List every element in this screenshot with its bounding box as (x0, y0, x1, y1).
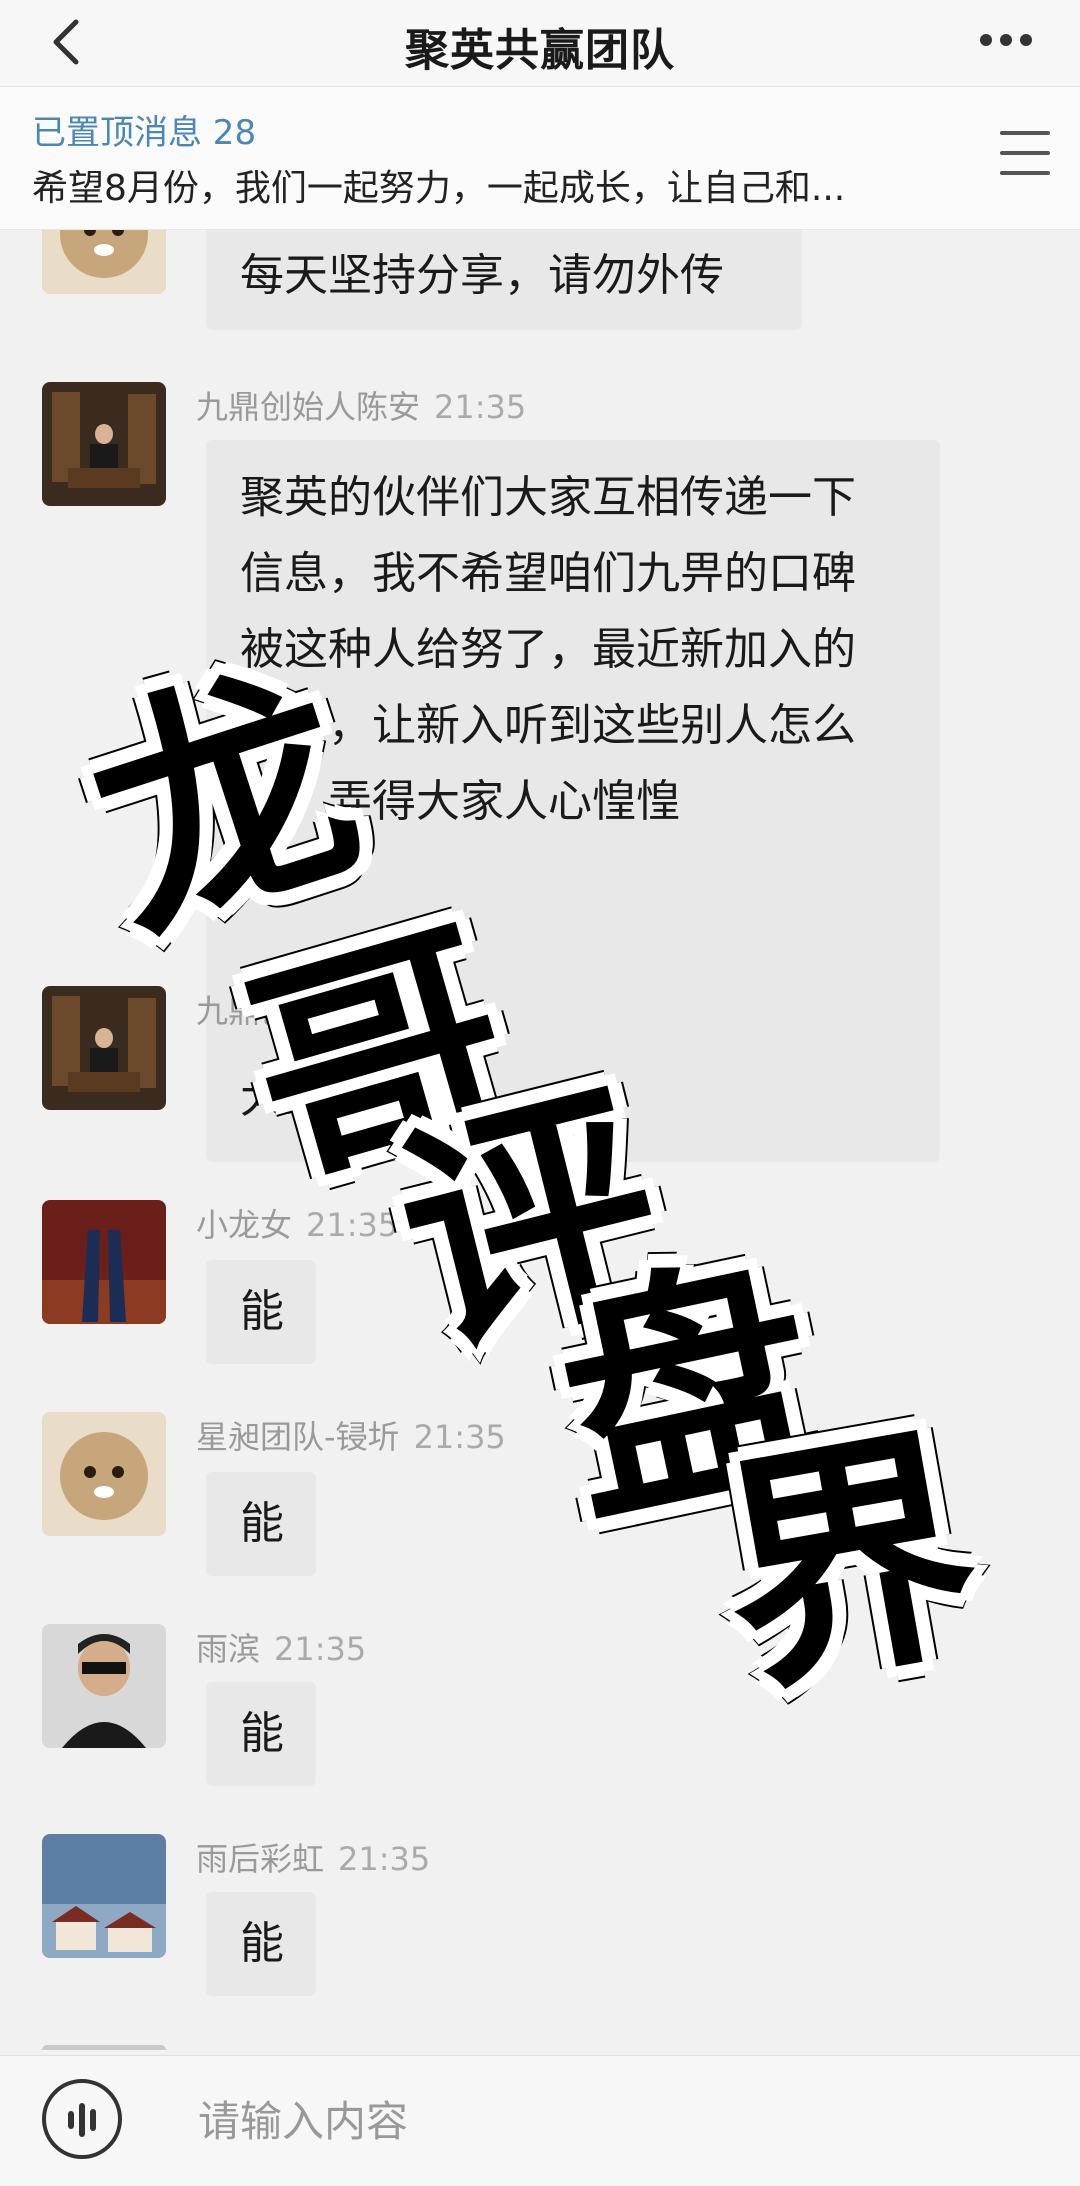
message-meta: 雨滨 21:35 (196, 1624, 366, 1670)
message-bubble[interactable]: 能 (206, 1892, 316, 1996)
message-input[interactable] (196, 2074, 1030, 2168)
pinned-message-bar[interactable]: 已置顶消息 28 希望8月份，我们一起努力，一起成长，让自己和... (0, 87, 1080, 230)
message-time: 21:35 (306, 1206, 399, 1244)
message-time: 21:35 (338, 1840, 431, 1878)
avatar[interactable] (42, 1412, 166, 1536)
message-meta: 雨后彩虹 21:35 (196, 1834, 430, 1880)
message-time: 21:35 (434, 388, 527, 426)
sender-name[interactable]: 星昶团队-锓圻 (196, 1418, 400, 1456)
chat-title: 聚英共赢团队 (405, 25, 675, 76)
message-text: 能 (240, 1286, 284, 1337)
message-input-bar (0, 2055, 1080, 2186)
list-menu-icon[interactable] (1000, 131, 1050, 179)
avatar[interactable] (42, 1624, 166, 1748)
chat-message-list[interactable]: 每天坚持分享，请勿外传 九鼎创始人陈安 21:35 聚英的伙伴们大家互相传递一下信… (0, 230, 1080, 2050)
message-text: 能 (240, 1918, 284, 1969)
message-meta: 小龙女 21:35 (196, 1200, 398, 1246)
avatar[interactable] (42, 1200, 166, 1324)
message-text: 大家能 (240, 1072, 372, 1123)
message-meta: 星昶团队-锓圻 21:35 (196, 1412, 506, 1458)
sender-name[interactable]: 小龙女 (196, 1206, 292, 1244)
message-meta: 九鼎创始人陈安 21:35 (196, 382, 526, 428)
pinned-message-text: 希望8月份，我们一起努力，一起成长，让自己和... (32, 168, 846, 209)
voice-wave-icon[interactable] (42, 2079, 122, 2159)
message-text: 能 (240, 1498, 284, 1549)
message-time: 21:35 (274, 1630, 367, 1668)
more-dots-icon[interactable] (976, 20, 1036, 60)
message-bubble[interactable]: 能 (206, 1260, 316, 1364)
message-bubble[interactable]: 大家能 (206, 1044, 712, 1152)
message-meta: 九鼎创 (196, 986, 292, 1032)
pinned-count-label: 已置顶消息 28 (32, 113, 257, 153)
sender-name[interactable]: 雨滨 (196, 1630, 260, 1668)
message-text: 每天坚持分享，请勿外传 (240, 250, 724, 301)
avatar[interactable] (42, 986, 166, 1110)
message-text: 聚英的伙伴们大家互相传递一下信息，我不希望咱们九畀的口碑被这种人给努了，最近新加… (240, 472, 856, 827)
avatar[interactable] (42, 2045, 166, 2050)
message-bubble[interactable]: 每天坚持分享，请勿外传 (206, 230, 802, 330)
avatar[interactable] (42, 382, 166, 506)
sender-name[interactable]: 九鼎创 (196, 992, 292, 1030)
top-bar: 聚英共赢团队 (0, 0, 1080, 87)
sender-name[interactable]: 九鼎创始人陈安 (196, 388, 420, 426)
message-bubble[interactable]: 能 (206, 1682, 316, 1786)
sender-name[interactable]: 雨后彩虹 (196, 1840, 324, 1878)
message-text: 能 (240, 1708, 284, 1759)
message-bubble[interactable]: 能 (206, 1472, 316, 1576)
avatar[interactable] (42, 1834, 166, 1958)
message-time: 21:35 (413, 1418, 506, 1456)
avatar[interactable] (42, 230, 166, 294)
